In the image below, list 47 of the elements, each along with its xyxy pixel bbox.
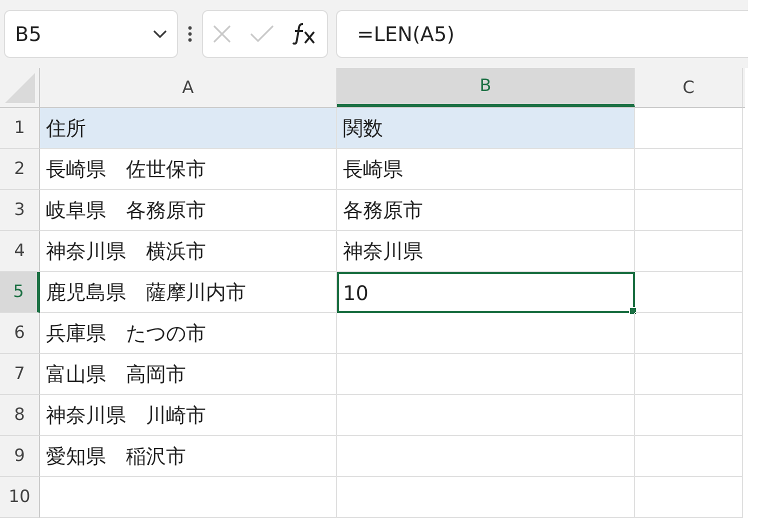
empty-cell[interactable] bbox=[635, 149, 743, 190]
row-header[interactable]: 5 bbox=[0, 272, 40, 313]
row-header[interactable]: 1 bbox=[0, 108, 40, 149]
empty-cell[interactable] bbox=[635, 190, 743, 231]
fill-handle[interactable] bbox=[629, 307, 637, 315]
empty-cell[interactable] bbox=[337, 477, 635, 518]
empty-cell[interactable] bbox=[337, 354, 635, 395]
row-header[interactable]: 10 bbox=[0, 477, 40, 518]
empty-cell[interactable] bbox=[635, 272, 743, 313]
table-cell[interactable]: 神奈川県 bbox=[337, 231, 635, 272]
row-header[interactable]: 6 bbox=[0, 313, 40, 354]
row-header[interactable]: 2 bbox=[0, 149, 40, 190]
column-header[interactable]: B bbox=[337, 68, 635, 107]
table-cell[interactable]: 兵庫県 たつの市 bbox=[40, 313, 337, 354]
table-cell[interactable]: 岐阜県 各務原市 bbox=[40, 190, 337, 231]
empty-cell[interactable] bbox=[337, 436, 635, 477]
table-cell[interactable]: 愛知県 稲沢市 bbox=[40, 436, 337, 477]
table-cell[interactable]: 長崎県 佐世保市 bbox=[40, 149, 337, 190]
empty-cell[interactable] bbox=[635, 231, 743, 272]
check-icon[interactable] bbox=[250, 25, 274, 43]
row-header[interactable]: 8 bbox=[0, 395, 40, 436]
row-header[interactable]: 9 bbox=[0, 436, 40, 477]
row-header[interactable]: 3 bbox=[0, 190, 40, 231]
table-cell[interactable]: 10 bbox=[337, 272, 635, 313]
table-cell[interactable]: 神奈川県 川崎市 bbox=[40, 395, 337, 436]
table-cell[interactable]: 富山県 高岡市 bbox=[40, 354, 337, 395]
empty-cell[interactable] bbox=[635, 395, 743, 436]
empty-cell[interactable] bbox=[635, 354, 743, 395]
empty-cell[interactable] bbox=[635, 313, 743, 354]
table-cell[interactable]: 長崎県 bbox=[337, 149, 635, 190]
more-options-icon[interactable] bbox=[188, 26, 192, 42]
table-cell[interactable]: 住所 bbox=[40, 108, 337, 149]
row-header[interactable]: 4 bbox=[0, 231, 40, 272]
table-cell[interactable]: 各務原市 bbox=[337, 190, 635, 231]
empty-cell[interactable] bbox=[337, 395, 635, 436]
empty-cell[interactable] bbox=[635, 436, 743, 477]
formula-bar[interactable]: =LEN(A5) bbox=[336, 10, 748, 58]
table-cell[interactable]: 鹿児島県 薩摩川内市 bbox=[40, 272, 337, 313]
empty-cell[interactable] bbox=[635, 477, 743, 518]
table-cell[interactable]: 関数 bbox=[337, 108, 635, 149]
empty-cell[interactable] bbox=[337, 313, 635, 354]
name-box[interactable]: B5 bbox=[4, 10, 178, 58]
table-cell[interactable]: 神奈川県 横浜市 bbox=[40, 231, 337, 272]
row-header[interactable]: 7 bbox=[0, 354, 40, 395]
column-header[interactable]: C bbox=[635, 68, 743, 107]
cancel-icon[interactable] bbox=[212, 24, 232, 44]
chevron-down-icon bbox=[153, 30, 167, 38]
